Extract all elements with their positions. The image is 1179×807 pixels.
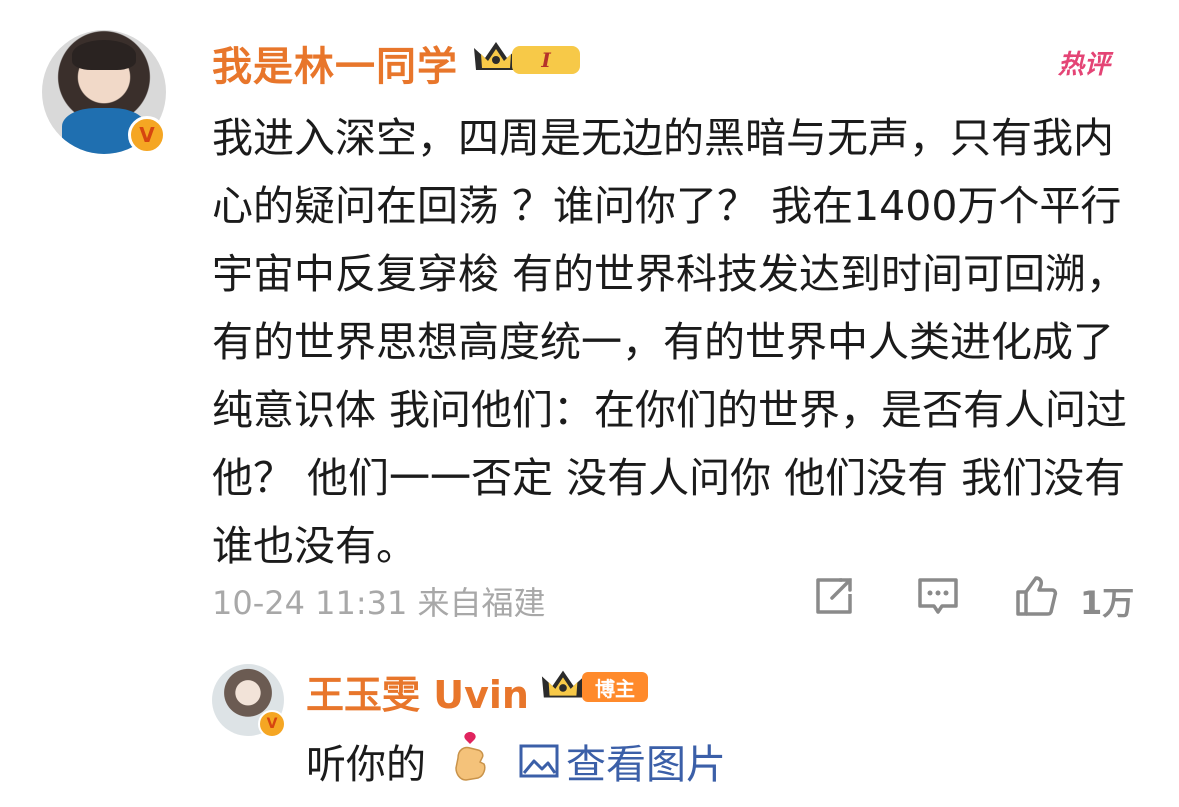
level-number: I <box>512 46 580 74</box>
image-icon <box>519 744 559 778</box>
comment-icon[interactable] <box>916 574 960 618</box>
verified-icon: V <box>128 116 166 154</box>
reply-username[interactable]: 王玉雯 Uvin <box>306 664 529 719</box>
like-count: 1万 <box>1080 584 1135 622</box>
share-icon[interactable] <box>812 574 856 618</box>
like-icon[interactable] <box>1014 574 1058 618</box>
reply-text: 听你的 <box>306 742 426 788</box>
crown-icon <box>541 670 585 698</box>
verified-icon: V <box>258 710 286 738</box>
comment-meta: 10-24 11:31 来自福建 <box>212 578 546 624</box>
view-image-label: 查看图片 <box>566 742 726 788</box>
comment-location: 来自福建 <box>417 584 546 622</box>
blogger-badge: 博主 <box>540 666 650 706</box>
finger-heart-emoji <box>455 732 486 781</box>
member-level-badge: I <box>472 38 584 78</box>
comment-timestamp: 10-24 11:31 <box>212 584 408 622</box>
view-image-link[interactable]: 查看图片 <box>518 732 726 790</box>
hot-comment-label: 热评 <box>1058 50 1111 80</box>
blogger-label: 博主 <box>582 672 648 702</box>
avatar-hair <box>72 40 136 70</box>
comment-username[interactable]: 我是林一同学 <box>212 34 458 92</box>
comment-text: 我进入深空，四周是无边的黑暗与无声，只有我内心的疑问在回荡 ？谁问你了？ 我在1… <box>212 114 1128 570</box>
